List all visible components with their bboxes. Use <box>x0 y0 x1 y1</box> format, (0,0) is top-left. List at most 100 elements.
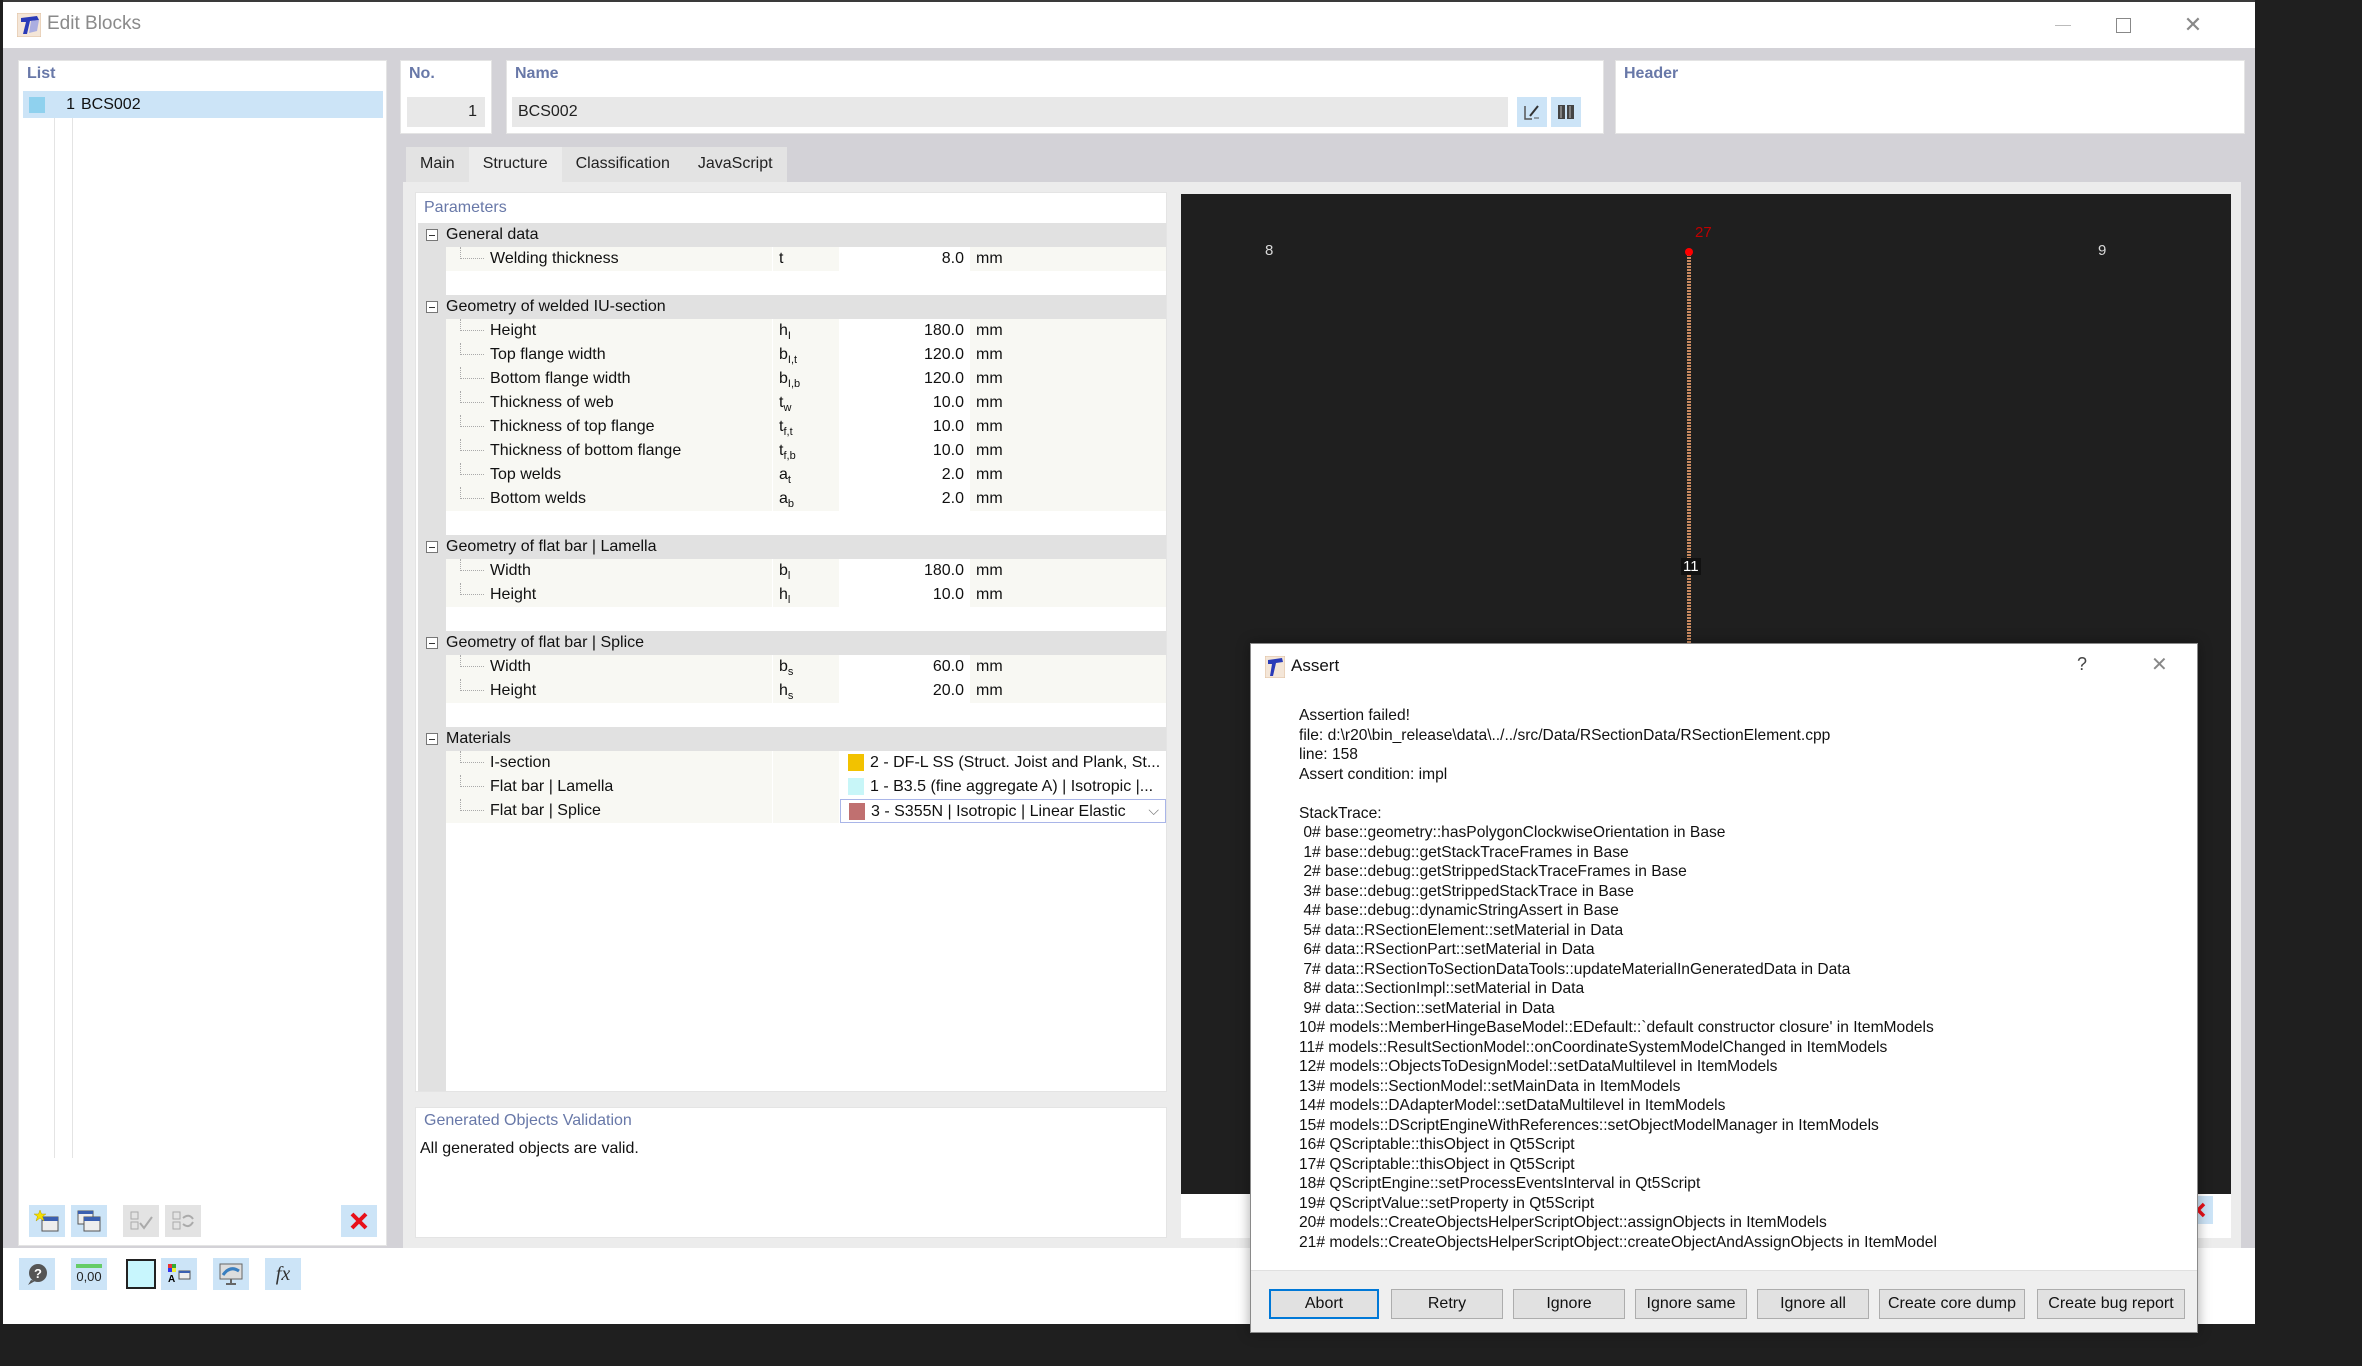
chevron-down-icon[interactable]: ⌵ <box>1148 802 1159 819</box>
collapse-icon[interactable] <box>426 301 438 313</box>
parameter-row[interactable]: Width bl 180.0 mm <box>446 559 1166 583</box>
view-settings-button[interactable] <box>213 1258 249 1290</box>
parameter-label: Width <box>490 658 531 675</box>
parameter-row[interactable]: Welding thickness t 8.0 mm <box>446 247 1166 271</box>
parameter-row[interactable]: Width bs 60.0 mm <box>446 655 1166 679</box>
parameter-symbol: t <box>772 247 840 271</box>
collapse-icon[interactable] <box>426 541 438 553</box>
group-materials[interactable]: Materials <box>418 727 1166 751</box>
tab-main[interactable]: Main <box>406 147 469 183</box>
parameter-value[interactable]: 2.0 <box>840 463 970 487</box>
color-button[interactable] <box>123 1258 159 1290</box>
help-button[interactable]: ? <box>2077 654 2087 675</box>
copy-item-button[interactable] <box>71 1205 107 1237</box>
decimal-places-button[interactable]: 0,00 <box>71 1258 107 1290</box>
material-row[interactable]: Flat bar | Lamella 1 - B3.5 (fine aggreg… <box>446 775 1166 799</box>
parameter-row[interactable]: Bottom flange width bI,b 120.0 mm <box>446 367 1166 391</box>
dialog-title: Assert <box>1291 656 1340 675</box>
tab-classification[interactable]: Classification <box>561 147 684 183</box>
tree-connector <box>460 391 484 403</box>
collapse-icon[interactable] <box>426 637 438 649</box>
retry-button[interactable]: Retry <box>1391 1289 1503 1319</box>
edit-pencil-icon <box>1524 105 1539 120</box>
material-row[interactable]: I-section 2 - DF-L SS (Struct. Joist and… <box>446 751 1166 775</box>
dialog-close-button[interactable]: ✕ <box>2151 652 2168 677</box>
parameter-value[interactable]: 60.0 <box>840 655 970 679</box>
formula-button[interactable]: fx <box>265 1258 301 1290</box>
library-button[interactable] <box>1551 97 1581 127</box>
create-core-dump-button[interactable]: Create core dump <box>1879 1289 2025 1319</box>
parameter-unit: mm <box>976 370 1003 387</box>
group-geometry-splice[interactable]: Geometry of flat bar | Splice <box>418 631 1166 655</box>
check-all-button[interactable] <box>123 1205 159 1237</box>
name-field-panel: Name BCS002 <box>506 60 1604 134</box>
parameter-unit: mm <box>976 562 1003 579</box>
parameter-value[interactable]: 20.0 <box>840 679 970 703</box>
parameter-row[interactable]: Height hI 180.0 mm <box>446 319 1166 343</box>
help-icon: ? <box>28 1264 47 1285</box>
tree-connector <box>460 679 484 691</box>
parameter-row[interactable]: Top welds at 2.0 mm <box>446 463 1166 487</box>
help-button[interactable]: ? <box>19 1258 55 1290</box>
parameter-row[interactable]: Thickness of bottom flange tf,b 10.0 mm <box>446 439 1166 463</box>
list-item[interactable]: 1 BCS002 <box>23 91 383 118</box>
material-dropdown[interactable]: 3 - S355N | Isotropic | Linear Elastic ⌵ <box>840 799 1166 823</box>
tab-structure[interactable]: Structure <box>468 147 562 183</box>
header-panel[interactable]: Header <box>1615 60 2245 134</box>
group-geometry-lamella[interactable]: Geometry of flat bar | Lamella <box>418 535 1166 559</box>
parameter-value[interactable]: 8.0 <box>840 247 970 271</box>
tree-connector <box>460 463 484 475</box>
minimize-button[interactable] <box>2033 8 2093 42</box>
name-field[interactable]: BCS002 <box>512 97 1508 127</box>
number-field[interactable]: 1 <box>407 97 485 127</box>
parameter-value[interactable]: 180.0 <box>840 559 970 583</box>
ignore-same-button[interactable]: Ignore same <box>1635 1289 1747 1319</box>
parameter-row[interactable]: Bottom welds ab 2.0 mm <box>446 487 1166 511</box>
material-select[interactable]: 1 - B3.5 (fine aggregate A) | Isotropic … <box>840 775 1166 799</box>
tree-connector <box>460 415 484 427</box>
ignore-button[interactable]: Ignore <box>1513 1289 1625 1319</box>
parameter-value[interactable]: 120.0 <box>840 343 970 367</box>
ignore-all-button[interactable]: Ignore all <box>1757 1289 1869 1319</box>
parameter-value[interactable]: 10.0 <box>840 583 970 607</box>
parameter-value[interactable]: 10.0 <box>840 391 970 415</box>
parameter-value[interactable]: 180.0 <box>840 319 970 343</box>
edit-name-button[interactable] <box>1517 97 1547 127</box>
parameter-row[interactable]: Height hl 10.0 mm <box>446 583 1166 607</box>
parameter-value[interactable]: 120.0 <box>840 367 970 391</box>
create-bug-report-button[interactable]: Create bug report <box>2037 1289 2185 1319</box>
toggle-selection-button[interactable] <box>165 1205 201 1237</box>
material-color-swatch <box>848 754 864 771</box>
group-geometry-iu-section[interactable]: Geometry of welded IU-section <box>418 295 1166 319</box>
material-select[interactable]: 2 - DF-L SS (Struct. Joist and Plank, St… <box>840 751 1166 775</box>
view-3d-icon <box>219 1263 243 1285</box>
close-button[interactable]: ✕ <box>2163 8 2223 42</box>
new-item-button[interactable] <box>29 1205 65 1237</box>
delete-item-button[interactable] <box>341 1205 377 1237</box>
parameter-unit: mm <box>976 322 1003 339</box>
parameter-value[interactable]: 2.0 <box>840 487 970 511</box>
parameter-label: Height <box>490 682 537 699</box>
parameter-row[interactable]: Height hs 20.0 mm <box>446 679 1166 703</box>
display-properties-button[interactable]: A <box>161 1258 197 1290</box>
parameter-symbol: at <box>772 463 840 487</box>
abort-button[interactable]: Abort <box>1269 1289 1379 1319</box>
parameter-row[interactable]: Thickness of web tw 10.0 mm <box>446 391 1166 415</box>
group-general-data[interactable]: General data <box>418 223 1166 247</box>
parameter-value[interactable]: 10.0 <box>840 439 970 463</box>
selected-node-marker[interactable] <box>1685 248 1693 256</box>
maximize-button[interactable] <box>2093 8 2153 42</box>
tab-javascript[interactable]: JavaScript <box>683 147 787 183</box>
collapse-icon[interactable] <box>426 733 438 745</box>
parameter-label: Thickness of top flange <box>490 418 655 435</box>
book-library-icon <box>1558 105 1574 119</box>
collapse-icon[interactable] <box>426 229 438 241</box>
validation-label: Generated Objects Validation <box>424 1112 632 1129</box>
name-label: Name <box>515 65 559 82</box>
parameter-value[interactable]: 10.0 <box>840 415 970 439</box>
parameter-row[interactable]: Top flange width bI,t 120.0 mm <box>446 343 1166 367</box>
maximize-icon <box>2115 17 2131 33</box>
parameter-row[interactable]: Thickness of top flange tf,t 10.0 mm <box>446 415 1166 439</box>
parameter-unit: mm <box>976 466 1003 483</box>
material-row[interactable]: Flat bar | Splice 3 - S355N | Isotropic … <box>446 799 1166 823</box>
